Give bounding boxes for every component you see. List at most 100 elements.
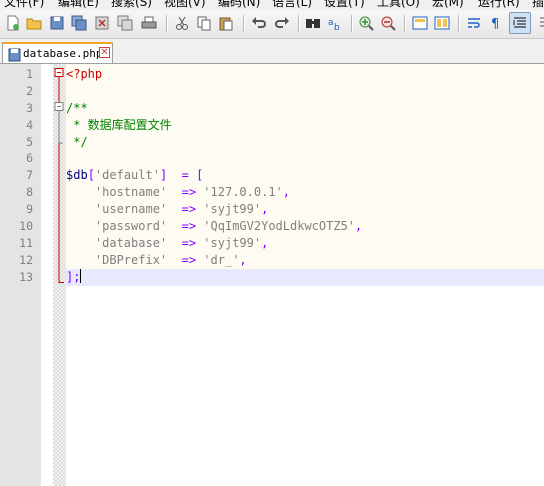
code-line[interactable]: 6: [0, 150, 544, 167]
menu-edit[interactable]: 编辑(E): [58, 0, 99, 10]
toolbar-separator: [298, 15, 300, 32]
line-number: 6: [26, 151, 33, 166]
code-token: 'password': [94, 219, 168, 234]
code-token: =>: [181, 235, 197, 250]
line-number: 9: [26, 202, 33, 217]
code-token: 'default': [94, 168, 160, 183]
code-token: * 数据库配置文件: [66, 117, 172, 132]
print-icon[interactable]: [140, 14, 158, 32]
indent-guide-icon[interactable]: [509, 12, 531, 34]
toolbar-separator: [351, 15, 353, 32]
zoom-in-icon[interactable]: [357, 14, 375, 32]
line-number: 13: [19, 269, 33, 284]
save-icon[interactable]: [48, 14, 66, 32]
code-token: 'hostname': [94, 185, 168, 200]
menu-macro[interactable]: 宏(M): [432, 0, 464, 10]
menu-language[interactable]: 语言(L): [272, 0, 312, 10]
line-number: 5: [26, 134, 33, 149]
code-editor[interactable]: 1 <?php 2 3/** 4 * 数据库配置文件 5 */6 7 $db['default…: [0, 64, 544, 486]
code-token: 'DBPrefix': [94, 252, 168, 267]
code-token: ,: [239, 252, 247, 267]
code-line[interactable]: 8 'hostname' => '127.0.0.1',: [0, 184, 544, 201]
replace-icon[interactable]: ab: [326, 14, 344, 32]
code-text: <?php: [66, 66, 102, 83]
code-line[interactable]: 13];: [0, 268, 544, 286]
code-line[interactable]: 11 'database' => 'syjt99',: [0, 235, 544, 252]
toolbar-separator: [404, 15, 406, 32]
menu-file[interactable]: 文件(F): [4, 0, 44, 10]
menu-tools[interactable]: 工具(O): [377, 0, 420, 10]
code-token: ]: [159, 168, 182, 183]
show-all-chars-icon[interactable]: ¶: [487, 14, 505, 32]
code-line[interactable]: 1 <?php: [0, 66, 544, 83]
paste-icon[interactable]: [217, 14, 235, 32]
code-token: ,: [261, 235, 269, 250]
line-number: 10: [19, 219, 33, 234]
code-text: * 数据库配置文件: [66, 117, 172, 134]
menu-encoding[interactable]: 编码(N): [218, 0, 260, 10]
code-token: /**: [66, 100, 88, 115]
close-icon[interactable]: [93, 14, 111, 32]
code-line[interactable]: 12 'DBPrefix' => 'dr_',: [0, 252, 544, 269]
code-token: [: [87, 168, 95, 183]
svg-text:b: b: [334, 23, 340, 31]
code-line[interactable]: 7 $db['default'] = [: [0, 167, 544, 184]
word-wrap-icon[interactable]: [465, 14, 483, 32]
toolbar-overflow-icon[interactable]: [534, 14, 544, 32]
toolbar-separator: [458, 15, 460, 32]
tab-close-icon[interactable]: ✕: [99, 47, 110, 58]
menu-settings[interactable]: 设置(T): [324, 0, 365, 10]
svg-text:a: a: [328, 18, 334, 28]
code-token: 'dr_': [203, 252, 240, 267]
code-text: 'DBPrefix' => 'dr_',: [66, 252, 247, 269]
sync-vertical-icon[interactable]: [411, 14, 429, 32]
code-line[interactable]: 2: [0, 83, 544, 100]
open-file-icon[interactable]: [25, 14, 43, 32]
line-number: 7: [26, 168, 33, 183]
code-line[interactable]: 4 * 数据库配置文件: [0, 117, 544, 134]
cut-icon[interactable]: [173, 14, 191, 32]
menu-view[interactable]: 视图(V): [164, 0, 206, 10]
code-text: */: [66, 134, 88, 151]
code-token: $db: [66, 168, 88, 183]
toolbar-separator: [243, 15, 245, 32]
find-icon[interactable]: [304, 14, 322, 32]
zoom-out-icon[interactable]: [379, 14, 397, 32]
close-all-icon[interactable]: [116, 14, 134, 32]
code-token: '127.0.0.1': [203, 185, 283, 200]
menu-plugins[interactable]: 插: [532, 0, 544, 10]
code-token: = [: [181, 168, 204, 183]
code-line[interactable]: 9 'username' => 'syjt99',: [0, 201, 544, 218]
menu-search[interactable]: 搜索(S): [111, 0, 152, 10]
tab-label: database.php: [23, 47, 103, 60]
code-token: ,: [261, 202, 269, 217]
code-text: $db['default'] = [: [66, 167, 203, 184]
code-text: 'database' => 'syjt99',: [66, 235, 268, 252]
code-line[interactable]: 10 'password' => 'QqImGV2YodLdkwcOTZ5',: [0, 218, 544, 235]
toolbar-separator: [166, 15, 168, 32]
menu-run[interactable]: 运行(R): [478, 0, 520, 10]
undo-icon[interactable]: [250, 14, 268, 32]
code-token: 'database': [94, 235, 168, 250]
copy-icon[interactable]: [195, 14, 213, 32]
code-text: 'username' => 'syjt99',: [66, 201, 268, 218]
tab-database-php[interactable]: database.php ✕: [2, 42, 113, 63]
code-line[interactable]: 5 */: [0, 134, 544, 151]
redo-icon[interactable]: [273, 14, 291, 32]
new-file-icon[interactable]: [4, 14, 22, 32]
line-number: 3: [26, 100, 33, 115]
code-line[interactable]: 3 /**: [0, 100, 544, 117]
code-token: =>: [181, 252, 197, 267]
code-text: /**: [66, 100, 88, 117]
sync-horizontal-icon[interactable]: [433, 14, 451, 32]
save-all-icon[interactable]: [70, 14, 88, 32]
code-token: */: [66, 134, 88, 149]
